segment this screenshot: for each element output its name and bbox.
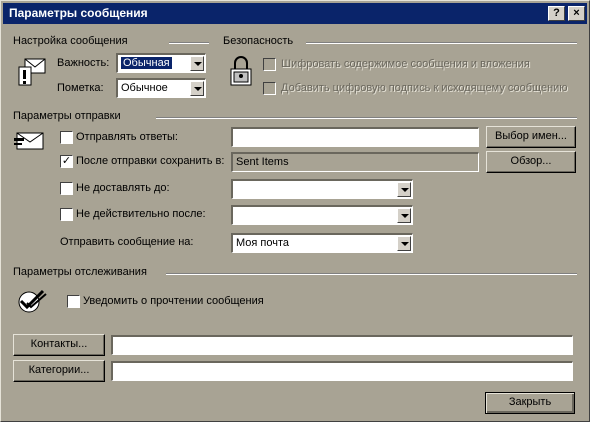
do-not-deliver-label: Не доставлять до: xyxy=(76,182,170,194)
browse-button[interactable]: Обзор... xyxy=(486,151,576,173)
expires-dropdown[interactable] xyxy=(231,205,413,225)
expires-label: Не действительно после: xyxy=(76,208,206,220)
sensitivity-dropdown[interactable]: Обычное xyxy=(116,78,206,98)
save-sent-label: После отправки сохранить в: xyxy=(76,155,225,167)
tracking-heading: Параметры отслеживания xyxy=(13,266,147,278)
dialog-title: Параметры сообщения xyxy=(9,6,148,20)
replies-input[interactable] xyxy=(231,127,479,147)
do-not-deliver-dropdown[interactable] xyxy=(231,179,413,199)
importance-dropdown[interactable]: Обычная xyxy=(116,53,206,73)
encrypt-label: Шифровать содержимое сообщения и вложени… xyxy=(281,58,530,70)
message-options-dialog: Параметры сообщения ? × Настройка сообще… xyxy=(0,0,590,422)
categories-button[interactable]: Категории... xyxy=(13,360,105,382)
encrypt-checkbox[interactable] xyxy=(263,58,276,71)
security-heading: Безопасность xyxy=(223,35,294,47)
expires-checkbox[interactable] xyxy=(60,208,73,221)
read-receipt-checkbox[interactable] xyxy=(67,295,80,308)
sensitivity-dropdown-arrow-icon[interactable] xyxy=(190,81,204,96)
tracking-divider xyxy=(166,273,577,275)
categories-input[interactable] xyxy=(111,361,573,381)
title-bar[interactable]: Параметры сообщения ? × xyxy=(3,3,587,24)
importance-dropdown-arrow-icon[interactable] xyxy=(190,56,204,71)
delivery-heading: Параметры отправки xyxy=(13,110,121,122)
do-not-deliver-arrow-icon[interactable] xyxy=(397,182,411,197)
security-lock-icon xyxy=(230,56,252,86)
save-sent-folder-input[interactable]: Sent Items xyxy=(231,152,479,172)
help-button[interactable]: ? xyxy=(548,6,565,21)
close-window-button[interactable]: × xyxy=(568,6,585,21)
sensitivity-label: Пометка: xyxy=(57,82,104,94)
delivery-divider xyxy=(156,117,577,119)
save-sent-checkbox[interactable]: ✓ xyxy=(60,155,73,168)
do-not-deliver-checkbox[interactable] xyxy=(60,182,73,195)
close-button[interactable]: Закрыть xyxy=(485,392,575,414)
message-settings-heading: Настройка сообщения xyxy=(13,35,128,47)
delivery-options-icon xyxy=(14,132,44,150)
read-receipt-label: Уведомить о прочтении сообщения xyxy=(83,295,264,307)
send-using-arrow-icon[interactable] xyxy=(397,236,411,251)
contacts-button[interactable]: Контакты... xyxy=(13,334,105,356)
importance-label: Важность: xyxy=(57,57,110,69)
envelope-importance-icon xyxy=(18,58,46,86)
sign-label: Добавить цифровую подпись к исходящему с… xyxy=(281,82,568,94)
send-using-value: Моя почта xyxy=(236,237,290,249)
replies-label: Отправлять ответы: xyxy=(76,131,178,143)
send-using-dropdown[interactable]: Моя почта xyxy=(231,233,413,253)
select-names-button[interactable]: Выбор имен... xyxy=(486,126,576,148)
tracking-check-icon xyxy=(18,289,47,313)
message-settings-divider xyxy=(169,42,209,44)
security-divider xyxy=(306,42,577,44)
importance-value: Обычная xyxy=(120,56,173,70)
expires-arrow-icon[interactable] xyxy=(397,208,411,223)
sign-checkbox[interactable] xyxy=(263,82,276,95)
contacts-input[interactable] xyxy=(111,335,573,355)
sensitivity-value: Обычное xyxy=(121,82,168,94)
send-using-label: Отправить сообщение на: xyxy=(60,236,194,248)
replies-checkbox[interactable] xyxy=(60,131,73,144)
